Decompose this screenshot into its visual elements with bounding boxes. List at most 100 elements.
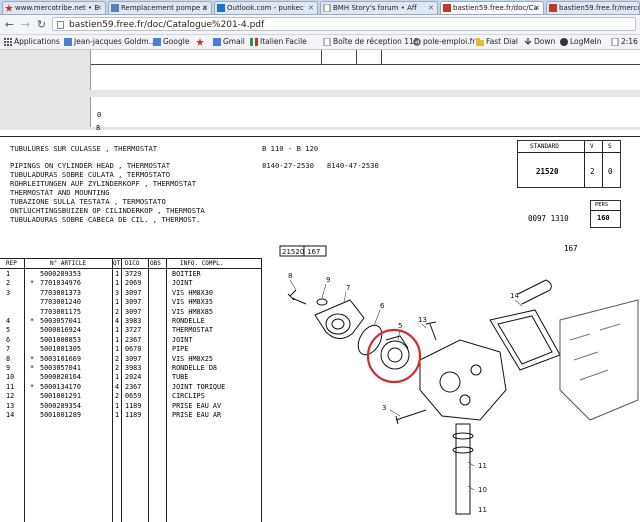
tab-remplacement[interactable]: Remplacement pompe a ✕ — [108, 1, 212, 14]
bookmark-boite[interactable]: Boîte de réception 118 — [323, 35, 419, 49]
tab-bmh-forum[interactable]: BMH Story's forum • Aff ✕ — [320, 1, 438, 14]
title-nl: ONTLUCHTINGSBUIZEN OP CILINDERKOP , THER… — [10, 206, 205, 215]
pers-value: 160 — [597, 214, 610, 222]
tab-mercotribe[interactable]: www.mercotribe.net • E ✕ — [2, 1, 106, 14]
bookmark-applications[interactable]: Applications — [4, 35, 60, 49]
screw-icon — [287, 289, 307, 305]
bookmark-gmail[interactable]: Gmail — [213, 35, 245, 49]
tab-outlook[interactable]: Outlook.com - punkec ✕ — [214, 1, 318, 14]
thermostat-part — [380, 340, 410, 370]
cell-qt: 2 — [115, 392, 120, 401]
table-row: 13 5000289354 1 1189 PRISE EAU AV — [0, 402, 260, 411]
s-value: 0 — [608, 167, 613, 176]
callout-13: 13 — [418, 316, 427, 324]
page-mark: 0 — [97, 111, 102, 119]
google-icon — [153, 38, 161, 46]
bookmark-label: 2:16 S — [621, 37, 640, 46]
reload-icon[interactable]: ↻ — [35, 18, 48, 31]
cell-qt: 4 — [115, 317, 120, 325]
cell-dico: 0670 — [125, 345, 142, 354]
cell-dico: 1189 — [125, 411, 142, 419]
cell-qt: 1 — [115, 279, 120, 288]
bookmark-label: Fast Dial — [486, 37, 518, 46]
callout-11b: 11 — [478, 506, 487, 514]
table-row: 5 5000816924 1 3727 THERMOSTAT — [0, 326, 260, 335]
outlook-icon — [217, 4, 225, 12]
bookmark-asterisk[interactable] — [196, 35, 206, 49]
bookmark-label: Jean-jacques Goldm... — [74, 37, 156, 46]
cell-dico: 3097 — [125, 307, 142, 316]
cell-article: 5001001305 — [40, 345, 81, 354]
close-icon[interactable]: ✕ — [428, 2, 434, 14]
bookmark-google[interactable]: Google — [153, 35, 189, 49]
cell-qt: 1 — [115, 401, 120, 410]
cell-star: * — [30, 382, 35, 391]
cell-rep: 3 — [6, 288, 11, 297]
cell-rep: 13 — [6, 401, 15, 410]
close-icon[interactable]: ✕ — [308, 2, 314, 14]
cell-dico: 1189 — [125, 401, 142, 410]
page-mark: 8 — [96, 124, 101, 132]
cell-dico: 3983 — [125, 317, 142, 325]
cell-rep: 11 — [6, 382, 15, 391]
tab-title: Remplacement pompe a — [121, 4, 207, 12]
cell-qt: 1 — [115, 411, 120, 419]
standard-box: STANDARD V S 21520 2 0 — [517, 140, 621, 188]
tab-catalogue-pdf[interactable]: bastien59.free.fr/doc/Ca ✕ — [440, 1, 544, 14]
close-icon[interactable]: ✕ — [96, 2, 102, 14]
callout-11a: 11 — [478, 462, 487, 470]
close-icon[interactable]: ✕ — [534, 2, 540, 14]
diagram-page: 167 — [307, 248, 320, 256]
title-en2: THERMOSTAT AND MOUNTING — [10, 188, 110, 197]
cell-dico: 3097 — [125, 354, 142, 363]
url-input[interactable]: bastien59.free.fr/doc/Catalogue%201-4.pd… — [52, 17, 636, 31]
close-icon[interactable]: ✕ — [202, 2, 208, 14]
pdf-page-blank: 0 — [90, 97, 640, 127]
cell-rep: 8 — [6, 354, 11, 363]
gasket-ring — [357, 324, 383, 356]
bookmark-pole-emploi[interactable]: pole-emploi.fr — [413, 35, 475, 49]
table-row: 11 * 5000134170 4 2367 JOINT TORIQUE — [0, 383, 260, 392]
model-range: B 110 - B 120 — [262, 144, 319, 153]
tab-title: bastien59.free.fr/doc/Ca — [453, 4, 538, 12]
cell-rep: 7 — [6, 345, 11, 354]
tab-mercor[interactable]: bastien59.free.fr/mercor — [546, 1, 640, 14]
cell-rep: 4 — [6, 317, 11, 325]
parts-table: REP N° ARTICLE QT DICO OBS INFO. COMPL. … — [0, 258, 262, 522]
cell-info: RONDELLE D8 — [172, 364, 218, 372]
folder-icon — [476, 38, 484, 46]
forward-icon[interactable]: → — [19, 18, 32, 31]
bookmark-goldman[interactable]: Jean-jacques Goldm... — [64, 35, 156, 49]
title-fr: TUBULURES SUR CULASSE , THERMOSTAT — [10, 144, 158, 153]
cell-qt: 1 — [115, 373, 120, 382]
bookmark-down[interactable]: Down — [524, 35, 555, 49]
long-screw — [395, 409, 427, 425]
col-info: INFO. COMPL. — [180, 260, 224, 267]
bookmark-logmein[interactable]: LogMeIn — [560, 35, 601, 49]
google-icon — [213, 38, 221, 46]
bookmark-italien[interactable]: Italien Facile — [250, 35, 307, 49]
cell-dico: 2069 — [125, 279, 142, 288]
tab-title: BMH Story's forum • Aff — [333, 4, 417, 12]
pdf-viewer[interactable]: 0 8 TUBULURES SUR CULASSE , THERMOSTAT P… — [0, 50, 640, 522]
cell-dico: 3983 — [125, 364, 142, 372]
table-row: 3 7703001373 3 3097 VIS HM8X30 — [0, 289, 260, 298]
table-row: 7 5001001305 1 0670 PIPE — [0, 345, 260, 354]
back-icon[interactable]: ← — [3, 18, 16, 31]
bookmark-label: LogMeIn — [570, 37, 602, 46]
bookmark-clock[interactable]: 2:16 S — [611, 35, 640, 49]
table-row: 2 * 7701034976 1 2069 JOINT — [0, 279, 260, 288]
table-header: REP N° ARTICLE QT DICO OBS INFO. COMPL. — [0, 259, 260, 268]
table-row: 7703001175 2 3097 VIS HM8X85 — [0, 308, 260, 317]
title-pt: TUBULADURAS SOBRE CABECA DE CIL. , THERM… — [10, 215, 201, 224]
bookmark-label: Down — [534, 37, 556, 46]
cell-qt: 2 — [115, 354, 120, 363]
cell-qt: 1 — [115, 335, 120, 344]
bookmark-fast-dial[interactable]: Fast Dial — [476, 35, 518, 49]
cell-rep: 9 — [6, 364, 11, 372]
cell-dico: 2367 — [125, 335, 142, 344]
tab-title: www.mercotribe.net • E — [15, 4, 99, 12]
callout-14: 14 — [510, 292, 519, 300]
cell-dico: 3729 — [125, 270, 142, 278]
col-article: N° ARTICLE — [50, 260, 87, 267]
